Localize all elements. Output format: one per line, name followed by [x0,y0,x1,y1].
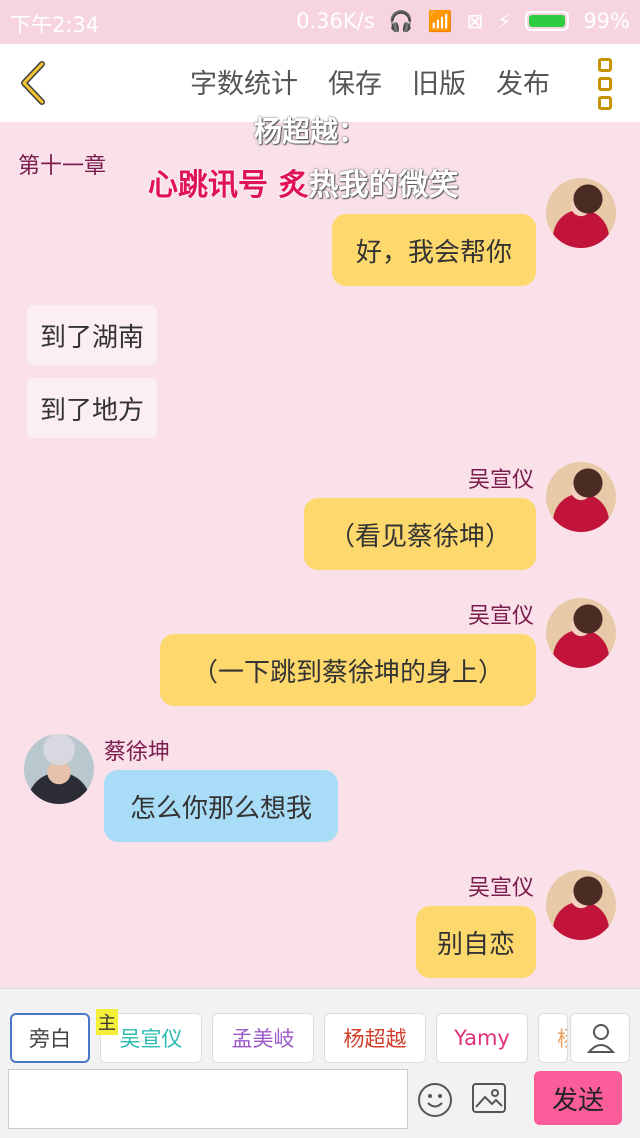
character-chip-narrator[interactable]: 旁白 [10,1013,90,1063]
status-time: 下午2:34 [10,13,100,37]
avatar[interactable] [24,734,94,804]
character-chip[interactable]: 杨 [538,1013,568,1063]
image-icon[interactable] [472,1083,506,1113]
sender-name: 吴宣仪 [468,604,535,629]
message-bubble[interactable]: 怎么你那么想我 [104,770,338,842]
narration-bubble[interactable]: 到了湖南 [27,305,157,365]
avatar[interactable] [546,598,616,668]
person-icon[interactable] [570,1013,630,1063]
publish-button[interactable]: 发布 [496,62,550,101]
avatar[interactable] [546,178,616,248]
character-chip[interactable]: Yamy [436,1013,528,1063]
avatar[interactable] [546,870,616,940]
message-bubble[interactable]: 别自恋 [416,906,536,978]
old-version-button[interactable]: 旧版 [412,62,466,101]
overlay-white-text: 热我的微笑 [308,168,459,203]
sender-name: 吴宣仪 [468,468,535,493]
sender-name: 吴宣仪 [468,876,535,901]
wifi-icon: 📶 [427,9,453,33]
composer-panel: 旁白 吴宣仪 主 孟美岐 杨超越 Yamy 杨 发送 [0,988,640,1138]
avatar[interactable] [546,462,616,532]
battery-percent: 99% [583,9,630,33]
narration-bubble[interactable]: 到了地方 [27,378,157,438]
message-bubble[interactable]: （一下跳到蔡徐坤的身上） [160,634,536,706]
sim-icon: ⊠ [466,9,484,33]
word-count-button[interactable]: 字数统计 [190,62,298,101]
character-chip[interactable]: 杨超越 [324,1013,426,1063]
host-tag: 主 [96,1009,118,1035]
emoji-icon[interactable] [418,1083,452,1117]
chapter-title: 第十一章 [18,154,107,179]
charging-icon: ⚡ [497,9,512,33]
sender-name: 蔡徐坤 [104,740,171,765]
save-button[interactable]: 保存 [328,62,382,101]
message-input[interactable] [8,1069,408,1129]
status-bar: 下午2:34 0.36K/s 🎧 📶 ⊠ ⚡ 99% [0,0,640,44]
send-button[interactable]: 发送 [534,1071,622,1125]
overlay-speaker: 杨超越： [254,115,367,148]
more-menu-icon[interactable] [592,58,618,110]
back-arrow-icon[interactable] [16,58,56,108]
battery-icon [525,11,570,31]
overlay-pink-text: 心跳讯号 炙 [148,168,309,203]
message-bubble[interactable]: 好，我会帮你 [332,214,536,286]
network-speed: 0.36K/s [296,9,375,33]
headphone-icon: 🎧 [388,9,414,33]
overlay-caption: 心跳讯号 炙热我的微笑 [148,160,458,204]
character-chip[interactable]: 孟美岐 [212,1013,314,1063]
message-bubble[interactable]: （看见蔡徐坤） [304,498,536,570]
